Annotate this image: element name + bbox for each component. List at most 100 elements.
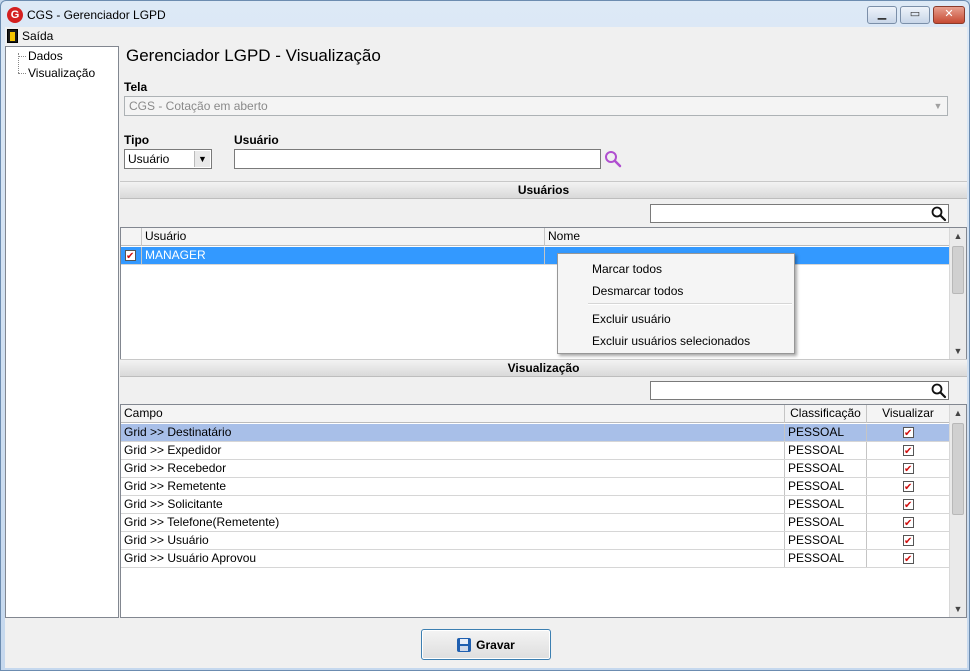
ctx-excluir-selecionados[interactable]: Excluir usuários selecionados <box>592 334 750 348</box>
title-bar[interactable]: G CGS - Gerenciador LGPD ▁ ▭ ✕ <box>1 1 969 28</box>
row-campo: Grid >> Remetente <box>121 478 785 495</box>
table-row[interactable]: Grid >> Usuário PESSOAL <box>121 532 950 550</box>
ctx-excluir-usuario[interactable]: Excluir usuário <box>592 312 671 326</box>
row-campo: Grid >> Solicitante <box>121 496 785 513</box>
table-row[interactable]: Grid >> Remetente PESSOAL <box>121 478 950 496</box>
usuario-label: Usuário <box>234 133 279 147</box>
row-campo: Grid >> Recebedor <box>121 460 785 477</box>
users-search-input[interactable] <box>650 204 949 223</box>
table-row[interactable]: Grid >> Telefone(Remetente) PESSOAL <box>121 514 950 532</box>
row-classificacao: PESSOAL <box>785 496 867 513</box>
context-menu: Marcar todos Desmarcar todos Excluir usu… <box>557 253 795 354</box>
row-check-cell <box>121 247 142 264</box>
save-button-label: Gravar <box>476 637 515 652</box>
ctx-separator <box>588 303 792 305</box>
row-visualizar-checkbox[interactable] <box>903 443 914 459</box>
exit-door-icon <box>7 29 18 43</box>
tree-item-dados[interactable]: Dados <box>28 49 63 63</box>
ctx-desmarcar-todos[interactable]: Desmarcar todos <box>592 284 683 298</box>
row-visualizar-checkbox[interactable] <box>903 515 914 531</box>
row-classificacao: PESSOAL <box>785 460 867 477</box>
view-grid-header: Campo Classificação Visualizar <box>121 405 950 423</box>
table-row[interactable]: Grid >> Expedidor PESSOAL <box>121 442 950 460</box>
view-col-visualizar[interactable]: Visualizar <box>867 405 950 423</box>
users-section-header: Usuários <box>120 181 967 199</box>
row-visualizar <box>867 514 950 531</box>
row-visualizar-checkbox[interactable] <box>903 479 914 495</box>
view-col-campo[interactable]: Campo <box>121 405 785 423</box>
minimize-button[interactable]: ▁ <box>867 6 897 24</box>
search-icon[interactable] <box>604 150 622 168</box>
window-title: CGS - Gerenciador LGPD <box>27 8 166 22</box>
users-col-nome[interactable]: Nome <box>545 228 950 246</box>
row-classificacao: PESSOAL <box>785 478 867 495</box>
tipo-select[interactable]: Usuário ▼ <box>124 149 212 169</box>
row-classificacao: PESSOAL <box>785 442 867 459</box>
users-col-usuario[interactable]: Usuário <box>142 228 545 246</box>
maximize-button[interactable]: ▭ <box>900 6 930 24</box>
scroll-down-icon[interactable]: ▼ <box>950 601 966 617</box>
view-grid: Campo Classificação Visualizar Grid >> D… <box>120 404 967 618</box>
save-button[interactable]: Gravar <box>421 629 551 660</box>
table-row[interactable]: MANAGER <box>121 247 950 265</box>
view-scrollbar[interactable]: ▲ ▼ <box>949 405 966 617</box>
navigation-tree: Dados Visualização <box>5 46 119 618</box>
row-usuario: MANAGER <box>142 247 545 264</box>
users-col-check <box>121 228 142 246</box>
chevron-down-icon[interactable]: ▼ <box>194 151 210 167</box>
close-button[interactable]: ✕ <box>933 6 965 24</box>
row-checkbox[interactable] <box>125 248 136 264</box>
page-title: Gerenciador LGPD - Visualização <box>126 46 381 65</box>
view-search-input[interactable] <box>650 381 949 400</box>
ctx-marcar-todos[interactable]: Marcar todos <box>592 262 662 276</box>
search-icon[interactable] <box>930 382 948 400</box>
menu-bar: Saída <box>5 27 967 45</box>
row-visualizar <box>867 424 950 441</box>
row-classificacao: PESSOAL <box>785 514 867 531</box>
chevron-down-icon: ▼ <box>933 101 943 111</box>
scroll-down-icon[interactable]: ▼ <box>950 343 966 359</box>
tipo-select-value: Usuário <box>128 152 170 166</box>
row-campo: Grid >> Destinatário <box>121 424 785 441</box>
menu-exit[interactable]: Saída <box>7 28 53 44</box>
row-visualizar <box>867 496 950 513</box>
row-visualizar <box>867 460 950 477</box>
tela-select-value: CGS - Cotação em aberto <box>129 99 268 113</box>
scroll-up-icon[interactable]: ▲ <box>950 405 966 421</box>
tree-connector <box>18 73 26 74</box>
row-visualizar-checkbox[interactable] <box>903 533 914 549</box>
row-classificacao: PESSOAL <box>785 532 867 549</box>
row-classificacao: PESSOAL <box>785 424 867 441</box>
view-section-header: Visualização <box>120 359 967 377</box>
table-row[interactable]: Grid >> Solicitante PESSOAL <box>121 496 950 514</box>
tree-item-visualizacao[interactable]: Visualização <box>28 66 95 80</box>
row-visualizar-checkbox[interactable] <box>903 551 914 567</box>
scroll-thumb[interactable] <box>952 246 964 294</box>
row-classificacao: PESSOAL <box>785 550 867 567</box>
row-visualizar <box>867 442 950 459</box>
tela-select: CGS - Cotação em aberto ▼ <box>124 96 948 116</box>
row-visualizar-checkbox[interactable] <box>903 497 914 513</box>
row-visualizar-checkbox[interactable] <box>903 425 914 441</box>
scroll-thumb[interactable] <box>952 423 964 515</box>
client-area: Saída Dados Visualização Gerenciador LGP… <box>5 27 967 668</box>
table-row[interactable]: Grid >> Destinatário PESSOAL <box>121 424 950 442</box>
users-grid-header: Usuário Nome <box>121 228 950 246</box>
users-scrollbar[interactable]: ▲ ▼ <box>949 228 966 359</box>
tipo-label: Tipo <box>124 133 150 147</box>
table-row[interactable]: Grid >> Recebedor PESSOAL <box>121 460 950 478</box>
search-icon[interactable] <box>930 205 948 223</box>
scroll-up-icon[interactable]: ▲ <box>950 228 966 244</box>
app-logo-icon: G <box>7 7 23 23</box>
users-grid: Usuário Nome MANAGER ▲ ▼ <box>120 227 967 360</box>
tree-connector <box>18 56 26 57</box>
table-row[interactable]: Grid >> Usuário Aprovou PESSOAL <box>121 550 950 568</box>
menu-exit-label: Saída <box>22 29 54 43</box>
row-campo: Grid >> Expedidor <box>121 442 785 459</box>
row-visualizar <box>867 532 950 549</box>
usuario-input[interactable] <box>234 149 601 169</box>
view-col-classificacao[interactable]: Classificação <box>785 405 867 423</box>
row-visualizar-checkbox[interactable] <box>903 461 914 477</box>
row-campo: Grid >> Telefone(Remetente) <box>121 514 785 531</box>
row-campo: Grid >> Usuário Aprovou <box>121 550 785 567</box>
